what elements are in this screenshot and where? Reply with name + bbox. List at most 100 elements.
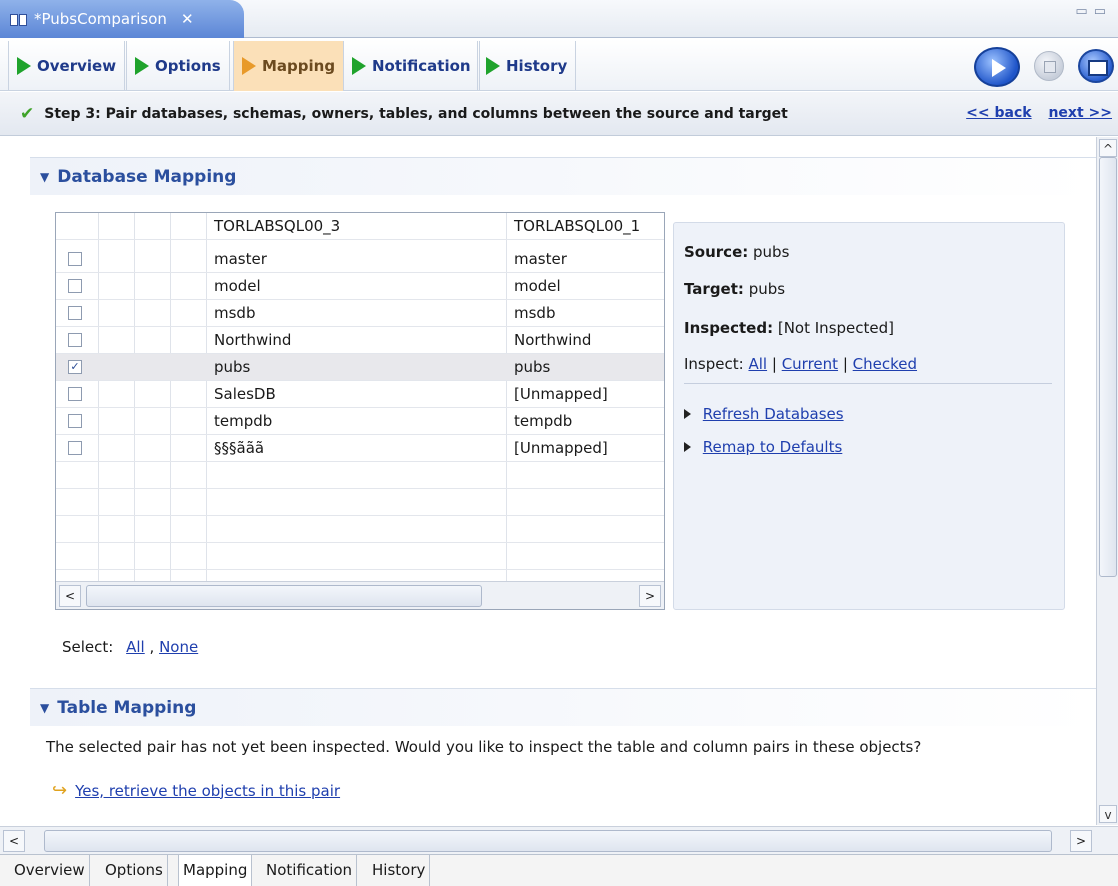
- inspect-all-link[interactable]: All: [748, 355, 767, 373]
- source-db: msdb: [214, 304, 256, 322]
- row-checkbox[interactable]: [68, 279, 82, 293]
- editor-tab[interactable]: *PubsComparison ✕: [0, 0, 244, 38]
- inspect-label: Inspect:: [684, 355, 744, 373]
- refresh-line: Refresh Databases: [684, 405, 844, 423]
- table-row[interactable]: master master: [56, 246, 664, 273]
- table-row[interactable]: tempdb tempdb: [56, 408, 664, 435]
- remap-line: Remap to Defaults: [684, 438, 842, 456]
- scroll-left-icon[interactable]: <: [3, 830, 25, 852]
- row-checkbox[interactable]: [68, 387, 82, 401]
- target-db[interactable]: Northwind: [514, 327, 591, 354]
- table-mapping-header[interactable]: ▼ Table Mapping: [30, 688, 1096, 726]
- step-tab-history[interactable]: History: [477, 41, 577, 91]
- play-arrow-icon: [135, 57, 149, 75]
- back-link[interactable]: << back: [966, 105, 1031, 121]
- inspect-current-link[interactable]: Current: [782, 355, 838, 373]
- scroll-up-icon[interactable]: ^: [1099, 139, 1117, 157]
- retrieve-objects-action[interactable]: ↪ Yes, retrieve the objects in this pair: [52, 780, 340, 801]
- target-db[interactable]: tempdb: [514, 408, 572, 435]
- play-arrow-icon: [242, 57, 256, 75]
- editor-page-tabs: Overview Options Mapping Notification Hi…: [0, 854, 1118, 886]
- page-tab-history[interactable]: History: [368, 855, 431, 886]
- table-row[interactable]: §§§ããã [Unmapped]: [56, 435, 664, 462]
- table-row[interactable]: msdb msdb: [56, 300, 664, 327]
- target-db[interactable]: [Unmapped]: [514, 435, 608, 462]
- scroll-right-icon[interactable]: >: [1070, 830, 1092, 852]
- database-mapping-header[interactable]: ▼ Database Mapping: [30, 157, 1096, 195]
- target-db[interactable]: [Unmapped]: [514, 381, 608, 408]
- page-tab-mapping[interactable]: Mapping: [178, 855, 253, 886]
- scroll-thumb[interactable]: [1099, 157, 1117, 577]
- row-checkbox[interactable]: [68, 333, 82, 347]
- page-tab-overview[interactable]: Overview: [10, 855, 90, 886]
- table-row-selected[interactable]: ✓ pubs pubs: [56, 354, 664, 381]
- inspected-label: Inspected:: [684, 319, 774, 337]
- source-db: master: [214, 250, 267, 268]
- inspected-line: Inspected: [Not Inspected]: [684, 319, 894, 337]
- source-line: Source: pubs: [684, 243, 789, 261]
- select-none-link[interactable]: None: [159, 638, 198, 656]
- step-tab-label: Options: [155, 57, 221, 75]
- select-all-link[interactable]: All: [126, 638, 145, 656]
- table-row[interactable]: Northwind Northwind: [56, 327, 664, 354]
- source-db: tempdb: [214, 412, 273, 430]
- next-link[interactable]: next >>: [1048, 105, 1112, 121]
- row-checkbox[interactable]: [68, 441, 82, 455]
- step-tab-label: Overview: [37, 57, 117, 75]
- scroll-right-icon[interactable]: >: [639, 585, 661, 607]
- page-tab-notification[interactable]: Notification: [262, 855, 358, 886]
- comparison-icon: [10, 12, 28, 26]
- empty-row: [56, 543, 664, 570]
- page-tab-options[interactable]: Options: [101, 855, 168, 886]
- row-checkbox[interactable]: [68, 414, 82, 428]
- target-db[interactable]: master: [514, 246, 567, 273]
- section-title: Table Mapping: [57, 697, 197, 718]
- row-checkbox-checked[interactable]: ✓: [68, 360, 82, 374]
- scroll-down-icon[interactable]: v: [1099, 805, 1117, 823]
- table-mapping-message: The selected pair has not yet been inspe…: [46, 738, 922, 756]
- step-tab-mapping[interactable]: Mapping: [233, 41, 345, 91]
- window-controls[interactable]: ▭▭: [1075, 4, 1112, 19]
- refresh-databases-link[interactable]: Refresh Databases: [703, 405, 844, 423]
- table-row[interactable]: model model: [56, 273, 664, 300]
- source-db: SalesDB: [214, 385, 276, 403]
- source-db: model: [214, 277, 261, 295]
- scroll-left-icon[interactable]: <: [59, 585, 81, 607]
- inspect-checked-link[interactable]: Checked: [853, 355, 917, 373]
- vertical-scrollbar[interactable]: ^ v: [1096, 137, 1118, 825]
- source-label: Source:: [684, 243, 749, 261]
- source-db: Northwind: [214, 331, 292, 349]
- run-button[interactable]: [974, 47, 1020, 87]
- table-row[interactable]: SalesDB [Unmapped]: [56, 381, 664, 408]
- stop-button[interactable]: [1034, 51, 1064, 81]
- step-description: Step 3: Pair databases, schemas, owners,…: [44, 105, 788, 122]
- bullet-arrow-icon: [684, 442, 691, 452]
- column-header-source[interactable]: TORLABSQL00_3: [214, 213, 340, 240]
- remap-to-defaults-link[interactable]: Remap to Defaults: [703, 438, 843, 456]
- step-tab-options[interactable]: Options: [126, 41, 230, 91]
- step-tab-overview[interactable]: Overview: [8, 41, 126, 91]
- row-checkbox[interactable]: [68, 252, 82, 266]
- separator: |: [771, 355, 777, 373]
- console-button[interactable]: [1078, 49, 1114, 83]
- column-header-target[interactable]: TORLABSQL00_1: [514, 213, 640, 240]
- play-arrow-icon: [352, 57, 366, 75]
- close-icon[interactable]: ✕: [181, 10, 194, 28]
- retrieve-objects-link[interactable]: Yes, retrieve the objects in this pair: [75, 782, 340, 800]
- target-db[interactable]: pubs: [514, 354, 550, 381]
- target-value: pubs: [748, 280, 786, 298]
- empty-row: [56, 516, 664, 543]
- step-tab-notification[interactable]: Notification: [343, 41, 480, 91]
- target-db[interactable]: msdb: [514, 300, 555, 327]
- inspected-value: [Not Inspected]: [777, 319, 894, 337]
- table-horizontal-scrollbar[interactable]: < >: [56, 581, 664, 609]
- scroll-thumb[interactable]: [86, 585, 482, 607]
- select-label: Select:: [62, 638, 114, 656]
- scroll-thumb[interactable]: [44, 830, 1052, 852]
- target-db[interactable]: model: [514, 273, 561, 300]
- mapping-details-panel: Source: pubs Target: pubs Inspected: [No…: [673, 222, 1065, 610]
- editor-horizontal-scrollbar[interactable]: < >: [0, 826, 1118, 854]
- select-controls: Select: All , None: [62, 638, 199, 656]
- play-arrow-icon: [17, 57, 31, 75]
- row-checkbox[interactable]: [68, 306, 82, 320]
